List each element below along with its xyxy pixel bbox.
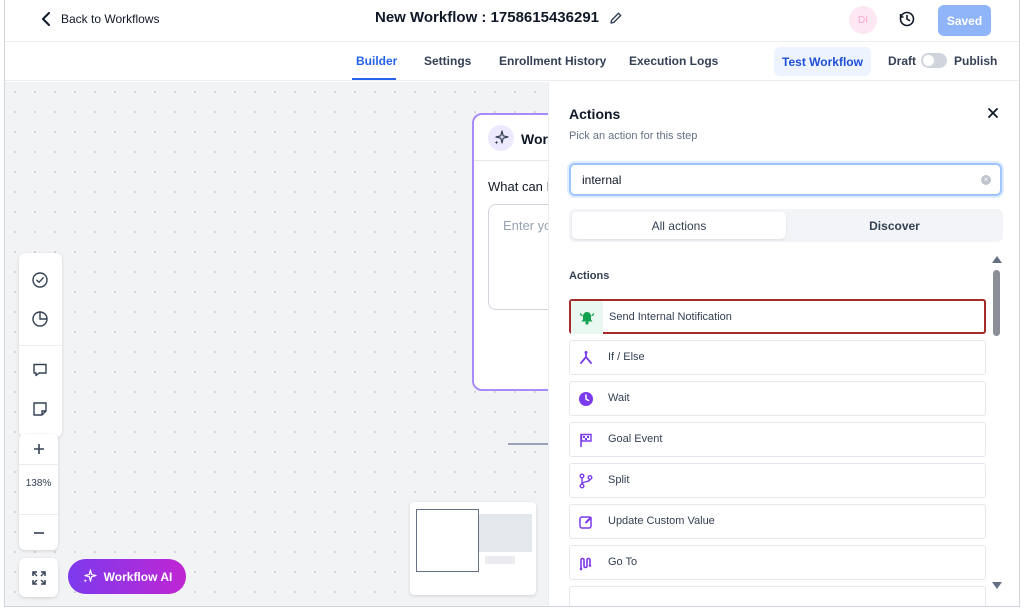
minimap-viewport[interactable] bbox=[416, 509, 479, 572]
zoom-controls: 138% bbox=[19, 434, 58, 550]
list-item[interactable]: Go To bbox=[569, 545, 986, 580]
branch-icon bbox=[570, 341, 602, 374]
avatar[interactable]: DI bbox=[849, 6, 877, 34]
panel-subtitle: Pick an action for this step bbox=[569, 130, 698, 142]
bell-icon bbox=[571, 301, 603, 334]
action-search-input[interactable] bbox=[582, 173, 962, 187]
action-search-field[interactable]: × bbox=[569, 163, 1002, 196]
pie-chart-icon[interactable] bbox=[31, 310, 49, 328]
minus-icon bbox=[33, 532, 44, 534]
workflow-ai-card: Workflow AI What can I help you with? En… bbox=[472, 113, 548, 391]
scroll-up-arrow[interactable] bbox=[992, 256, 1002, 263]
zoom-in-button[interactable] bbox=[19, 434, 58, 464]
scroll-down-arrow[interactable] bbox=[992, 582, 1002, 589]
back-to-workflows-link[interactable]: Back to Workflows bbox=[39, 11, 159, 27]
tab-settings[interactable]: Settings bbox=[424, 54, 471, 68]
ai-card-header: Workflow AI bbox=[474, 115, 548, 161]
toolbox-divider bbox=[19, 345, 62, 346]
actions-section-label: Actions bbox=[569, 270, 610, 282]
draft-label: Draft bbox=[888, 54, 917, 68]
action-label: Update Custom Value bbox=[608, 515, 715, 527]
workflow-ai-button-label: Workflow AI bbox=[103, 569, 173, 584]
action-label: Goal Event bbox=[608, 433, 663, 445]
zoom-divider bbox=[19, 514, 58, 515]
sparkle-icon bbox=[83, 569, 97, 583]
plus-icon bbox=[33, 444, 44, 454]
chevron-left-icon bbox=[42, 12, 50, 26]
list-item[interactable]: Send Internal Notification bbox=[569, 299, 986, 334]
saved-button[interactable]: Saved bbox=[938, 5, 991, 36]
back-label: Back to Workflows bbox=[61, 12, 160, 26]
action-label: Go To bbox=[608, 556, 638, 568]
action-filter-segments: All actions Discover bbox=[569, 209, 1003, 242]
top-bar: Back to Workflows New Workflow : 1758615… bbox=[5, 0, 1019, 42]
list-item[interactable]: Goal Event bbox=[569, 422, 986, 457]
clock-icon bbox=[570, 382, 602, 415]
ai-prompt-input[interactable]: Enter your prompt bbox=[488, 204, 548, 310]
panel-title: Actions bbox=[569, 106, 621, 122]
goto-icon bbox=[570, 546, 602, 579]
list-item[interactable]: Wait bbox=[569, 381, 986, 416]
workflow-canvas[interactable]: Workflow AI What can I help you with? En… bbox=[5, 82, 548, 606]
check-circle-icon[interactable] bbox=[31, 271, 49, 289]
minimap[interactable] bbox=[410, 502, 536, 595]
list-item[interactable] bbox=[569, 586, 986, 606]
history-icon[interactable] bbox=[898, 10, 916, 28]
list-item[interactable]: Split bbox=[569, 463, 986, 498]
ai-card-question: What can I help you with? bbox=[488, 179, 548, 194]
segment-all-actions[interactable]: All actions bbox=[572, 212, 786, 239]
close-icon[interactable] bbox=[986, 106, 1000, 120]
expand-icon bbox=[31, 570, 46, 585]
pencil-icon[interactable] bbox=[609, 11, 623, 25]
fit-view-button[interactable] bbox=[19, 558, 58, 597]
sparkle-icon bbox=[488, 125, 514, 151]
list-item[interactable]: Update Custom Value bbox=[569, 504, 986, 539]
canvas-toolbox bbox=[19, 253, 62, 437]
tab-enrollment-history[interactable]: Enrollment History bbox=[499, 54, 606, 68]
workflow-title: New Workflow : 1758615436291 bbox=[375, 9, 623, 26]
split-icon bbox=[570, 464, 602, 497]
edit-icon bbox=[570, 505, 602, 538]
ai-card-title: Workflow AI bbox=[521, 131, 548, 147]
minimap-node bbox=[485, 556, 515, 564]
publish-label: Publish bbox=[954, 54, 998, 68]
workflow-title-text: New Workflow : 1758615436291 bbox=[375, 9, 600, 26]
tab-execution-logs[interactable]: Execution Logs bbox=[629, 54, 718, 68]
ai-prompt-placeholder: Enter your prompt bbox=[503, 218, 548, 233]
action-label: Split bbox=[608, 474, 630, 486]
segment-discover[interactable]: Discover bbox=[789, 212, 1000, 239]
flag-icon bbox=[570, 423, 602, 456]
active-tab-indicator bbox=[352, 78, 396, 80]
zoom-divider bbox=[19, 464, 58, 465]
action-label: Send Internal Notification bbox=[609, 311, 732, 323]
action-label: If / Else bbox=[608, 351, 645, 363]
app-frame: Back to Workflows New Workflow : 1758615… bbox=[4, 0, 1020, 607]
list-item[interactable]: If / Else bbox=[569, 340, 986, 375]
scrollbar-thumb[interactable] bbox=[993, 270, 1000, 336]
sticky-note-icon[interactable] bbox=[31, 400, 49, 418]
actions-panel: Actions Pick an action for this step × A… bbox=[548, 82, 1019, 606]
tab-builder[interactable]: Builder bbox=[356, 54, 397, 68]
zoom-level: 138% bbox=[25, 478, 52, 489]
zoom-out-button[interactable] bbox=[19, 518, 58, 548]
workflow-ai-button[interactable]: Workflow AI bbox=[68, 559, 186, 594]
test-workflow-button[interactable]: Test Workflow bbox=[774, 47, 871, 76]
actions-list: Send Internal Notification If / Else Wai… bbox=[569, 299, 989, 606]
clear-search-icon[interactable]: × bbox=[981, 175, 991, 185]
comment-icon[interactable] bbox=[31, 361, 49, 379]
publish-toggle[interactable] bbox=[921, 53, 947, 68]
tabs-bar: Builder Settings Enrollment History Exec… bbox=[5, 42, 1019, 81]
action-label: Wait bbox=[608, 392, 630, 404]
connector-line bbox=[508, 443, 548, 445]
